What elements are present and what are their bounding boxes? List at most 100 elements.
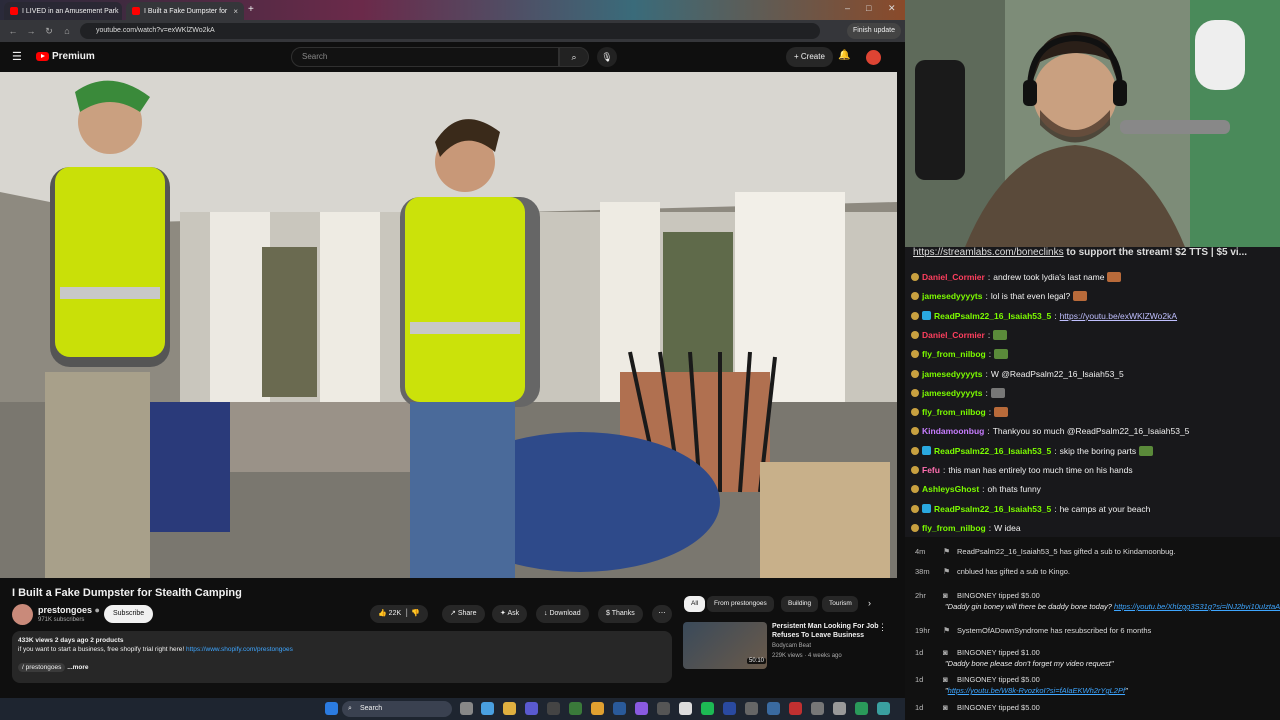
event-line: SystemOfADownSyndrome has resubscribed f…	[957, 626, 1152, 635]
windows-start-icon[interactable]	[325, 702, 338, 715]
app-icon-14[interactable]	[877, 702, 890, 715]
chip-from-prestongoes[interactable]: From prestongoes	[707, 596, 774, 612]
reload-icon[interactable]: ↻	[40, 26, 58, 37]
create-button[interactable]: + Create	[786, 47, 833, 67]
chat-username[interactable]: jamesedyyyyts	[922, 291, 983, 301]
app-icon-6[interactable]	[679, 702, 692, 715]
ask-button[interactable]: ✦ Ask	[492, 605, 528, 623]
like-button[interactable]: 👍 22K │ 👎	[370, 605, 429, 623]
chat-username[interactable]: Daniel_Cormier	[922, 272, 985, 282]
tab-amusement-park[interactable]: I LIVED in an Amusement Park ×	[4, 2, 122, 20]
steam-icon[interactable]	[613, 702, 626, 715]
event-message-text: "Daddy bone please don't forget my video…	[945, 659, 1114, 668]
chat-emote-icon	[994, 407, 1009, 418]
chat-username[interactable]: fly_from_nilbog	[922, 523, 986, 533]
chat-separator: :	[1054, 503, 1057, 514]
more-actions-button[interactable]: ⋯	[652, 605, 672, 623]
description-box[interactable]: 433K views 2 days ago 2 products if you …	[12, 631, 672, 683]
forward-icon[interactable]: →	[22, 26, 40, 36]
app-icon-4[interactable]	[635, 702, 648, 715]
maximize-icon[interactable]: □	[866, 3, 871, 13]
recommended-channel[interactable]: Bodycam Beat	[772, 643, 811, 649]
event-message: "Daddy bone please don't forget my video…	[945, 659, 1114, 668]
app-icon-9[interactable]	[767, 702, 780, 715]
url-field[interactable]: youtube.com/watch?v=exWKlZWo2kA	[80, 23, 820, 39]
show-more-link[interactable]: ...more	[67, 664, 88, 671]
chip-tourism[interactable]: Tourism	[822, 596, 858, 612]
close-tab-icon[interactable]: ×	[233, 7, 238, 16]
notifications-bell-icon[interactable]: 🔔	[838, 50, 850, 61]
streamlabs-link[interactable]: https://streamlabs.com/boneclinks	[913, 247, 1064, 258]
event-time: 1d	[915, 675, 924, 684]
chat-message: ReadPsalm22_16_Isaiah53_5: https://youtu.…	[911, 311, 1177, 321]
chat-separator: :	[987, 272, 991, 282]
chat-username[interactable]: jamesedyyyyts	[922, 388, 983, 398]
account-avatar[interactable]	[866, 50, 881, 65]
chat-message: ReadPsalm22_16_Isaiah53_5: he camps at yo…	[911, 504, 1150, 514]
download-button[interactable]: ↓ Download	[536, 605, 589, 623]
back-icon[interactable]: ←	[4, 26, 22, 36]
app-icon-2[interactable]	[547, 702, 560, 715]
chat-username[interactable]: ReadPsalm22_16_Isaiah53_5	[934, 504, 1051, 514]
chat-text: Thankyou so much @ReadPsalm22_16_Isaiah5…	[992, 426, 1190, 437]
app-icon-10[interactable]	[789, 702, 802, 715]
app-icon-7[interactable]	[723, 702, 736, 715]
app-icon-5[interactable]	[657, 702, 670, 715]
chips-next-icon[interactable]: ›	[868, 598, 871, 608]
home-icon[interactable]: ⌂	[58, 26, 76, 36]
chat-message: Fefu: this man has entirely too much time…	[911, 465, 1133, 475]
chat-link[interactable]: https://youtu.be/exWKlZWo2kA	[1060, 311, 1177, 321]
search-input[interactable]: Search	[291, 47, 559, 67]
channel-name[interactable]: prestongoes ●	[38, 605, 100, 615]
shopify-link[interactable]: https://www.shopify.com/prestongoes	[186, 646, 293, 653]
thanks-button[interactable]: $ Thanks	[598, 605, 643, 623]
chat-username[interactable]: fly_from_nilbog	[922, 349, 986, 359]
youtube-logo[interactable]: Premium	[36, 51, 95, 62]
channel-tag[interactable]: / prestongoes	[18, 663, 66, 672]
app-icon-11[interactable]	[811, 702, 824, 715]
edge-icon[interactable]	[481, 702, 494, 715]
taskbar-search[interactable]: ⌕ Search	[342, 701, 452, 717]
chat-username[interactable]: Daniel_Cormier	[922, 330, 985, 340]
new-tab-icon[interactable]: +	[248, 4, 254, 15]
hamburger-menu-icon[interactable]: ☰	[12, 50, 22, 63]
chat-username[interactable]: ReadPsalm22_16_Isaiah53_5	[934, 446, 1051, 456]
spotify-icon[interactable]	[701, 702, 714, 715]
chip-building[interactable]: Building	[781, 596, 819, 612]
chat-separator: :	[982, 484, 985, 495]
channel-avatar[interactable]	[12, 604, 33, 625]
video-player[interactable]	[0, 72, 897, 578]
minimize-icon[interactable]: –	[845, 3, 850, 13]
share-button[interactable]: ↗ Share	[442, 605, 485, 623]
chat-username[interactable]: Fefu	[922, 465, 940, 475]
file-explorer-icon[interactable]	[591, 702, 604, 715]
chat-separator: :	[942, 465, 946, 475]
app-icon-12[interactable]	[833, 702, 846, 715]
chrome-icon[interactable]	[503, 702, 516, 715]
app-icon-13[interactable]	[855, 702, 868, 715]
verified-icon: ●	[94, 605, 100, 615]
chip-all[interactable]: All	[684, 596, 706, 612]
event-message-link[interactable]: https://youtu.be/W8k-RvozkoI?si=fAlaEKWh…	[948, 686, 1125, 695]
voice-search-button[interactable]: 🎙	[597, 47, 617, 67]
close-window-icon[interactable]: ✕	[888, 3, 896, 14]
taskview-icon[interactable]	[460, 702, 473, 715]
tab-fake-dumpster[interactable]: I Built a Fake Dumpster for ×	[126, 2, 244, 20]
app-icon-3[interactable]	[569, 702, 582, 715]
event-message-link[interactable]: https://youtu.be/Xhlzgg3S31g?si=lNJ2bvi1…	[1114, 602, 1280, 611]
youtube-favicon-icon	[10, 7, 18, 15]
search-button[interactable]: ⌕	[559, 47, 589, 67]
chat-message: jamesedyyyyts: W @ReadPsalm22_16_Isaiah53…	[911, 369, 1124, 379]
recommended-title[interactable]: Persistent Man Looking For Job Refuses T…	[772, 622, 882, 640]
chat-username[interactable]: fly_from_nilbog	[922, 407, 986, 417]
recommended-more-icon[interactable]: ⋮	[878, 622, 887, 633]
thumbs-down-icon[interactable]: 👎	[411, 610, 420, 617]
chat-username[interactable]: ReadPsalm22_16_Isaiah53_5	[934, 311, 1051, 321]
chat-username[interactable]: jamesedyyyyts	[922, 369, 983, 379]
app-icon-1[interactable]	[525, 702, 538, 715]
chat-username[interactable]: Kindamoonbug	[922, 426, 984, 436]
chat-username[interactable]: AshleysGhost	[922, 484, 979, 494]
finish-update-button[interactable]: Finish update	[846, 23, 901, 39]
app-icon-8[interactable]	[745, 702, 758, 715]
subscribe-button[interactable]: Subscribe	[104, 605, 154, 623]
